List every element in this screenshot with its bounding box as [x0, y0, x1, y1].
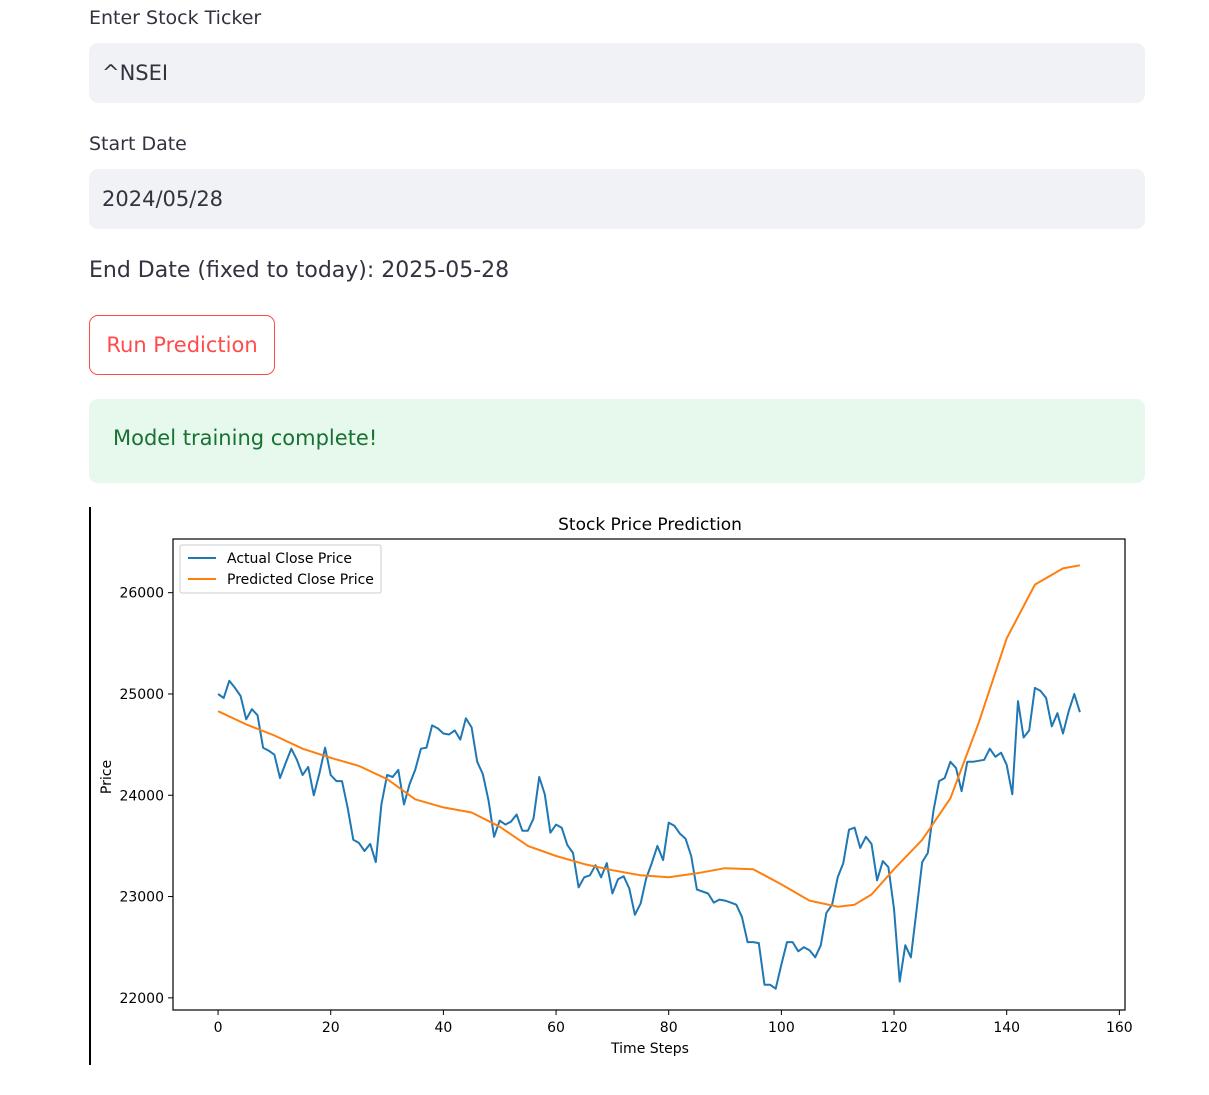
plot-frame	[172, 538, 1126, 1011]
success-message: Model training complete!	[113, 426, 378, 450]
series-line-actual	[217, 679, 1081, 990]
end-date-text: End Date (fixed to today): 2025-05-28	[89, 258, 510, 283]
x-tick-label: 140	[993, 1020, 1020, 1036]
y-tick-label: 24000	[119, 788, 164, 804]
chart-legend: Actual Close Price Predicted Close Price	[179, 544, 382, 594]
y-axis-label: Price	[99, 760, 115, 794]
chart-svg: Stock Price Prediction 0 20 40 60 80 100 120 14…	[99, 515, 1133, 1057]
legend-label-predicted: Predicted Close Price	[227, 572, 374, 588]
series-line-predicted	[217, 564, 1081, 908]
x-tick-label: 0	[214, 1020, 223, 1036]
x-tick-label: 60	[547, 1020, 565, 1036]
x-tick-label: 120	[881, 1020, 908, 1036]
y-tick-label: 26000	[119, 586, 164, 602]
x-axis-label: Time Steps	[610, 1041, 689, 1057]
x-tick-label: 20	[322, 1020, 340, 1036]
x-tick-label: 80	[660, 1020, 678, 1036]
chart-title: Stock Price Prediction	[558, 515, 742, 535]
x-tick-label: 40	[434, 1020, 452, 1036]
ticker-input[interactable]	[89, 43, 1145, 103]
success-alert: Model training complete!	[89, 399, 1145, 483]
run-prediction-button[interactable]: Run Prediction	[89, 315, 275, 375]
y-tick-label: 25000	[119, 687, 164, 703]
legend-label-actual: Actual Close Price	[227, 551, 352, 567]
prediction-chart: Stock Price Prediction 0 20 40 60 80 100 120 14…	[89, 507, 1189, 1067]
y-tick-label: 22000	[119, 991, 164, 1007]
start-date-input[interactable]	[89, 169, 1145, 229]
y-tick-label: 23000	[119, 890, 164, 906]
x-tick-label: 100	[768, 1020, 795, 1036]
x-tick-label: 160	[1106, 1020, 1133, 1036]
start-date-label: Start Date	[89, 133, 187, 155]
ticker-label: Enter Stock Ticker	[89, 7, 262, 29]
